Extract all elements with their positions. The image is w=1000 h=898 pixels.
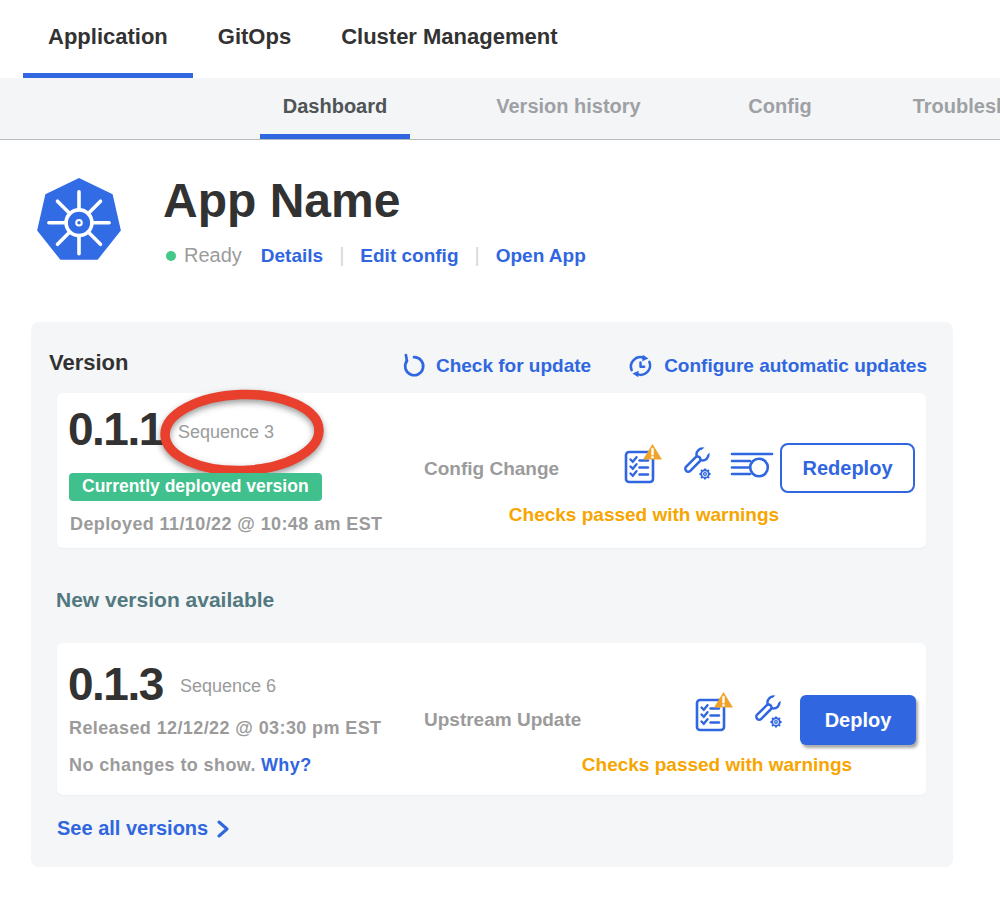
sub-nav-tab-dashboard[interactable]: Dashboard: [260, 78, 410, 139]
chevron-right-icon: [216, 820, 229, 838]
new-version-card: 0.1.3 Sequence 6 Released 12/12/22 @ 03:…: [57, 643, 926, 795]
deploy-button[interactable]: Deploy: [800, 695, 916, 745]
link-separator: |: [474, 244, 479, 267]
current-version-number: 0.1.1: [68, 406, 163, 452]
deployed-timestamp: Deployed 11/10/22 @ 10:48 am EST: [70, 515, 383, 533]
sub-nav-tab-troubleshoot[interactable]: Troubleshoot: [896, 78, 1000, 139]
edit-config-icon[interactable]: [678, 444, 714, 484]
current-version-card: 0.1.1 Sequence 3 Currently deployed vers…: [57, 393, 926, 548]
sub-nav-tab-version-history[interactable]: Version history: [473, 78, 664, 139]
edit-config-icon[interactable]: [749, 692, 785, 732]
current-version-sequence: Sequence 3: [178, 423, 274, 441]
new-version-number: 0.1.3: [68, 661, 163, 707]
sub-nav: Dashboard Version history Config Trouble…: [0, 78, 1000, 140]
preflight-checks-icon[interactable]: [694, 691, 734, 733]
new-version-heading: New version available: [56, 588, 274, 612]
new-version-sequence: Sequence 6: [180, 677, 276, 695]
why-link[interactable]: Why?: [261, 755, 312, 775]
new-checks-status: Checks passed with warnings: [577, 755, 857, 774]
released-timestamp: Released 12/12/22 @ 03:30 pm EST: [69, 719, 382, 737]
new-version-source: Upstream Update: [424, 710, 581, 729]
top-nav-tab-cluster-management[interactable]: Cluster Management: [316, 0, 582, 78]
open-app-link[interactable]: Open App: [496, 245, 586, 267]
refresh-icon: [401, 353, 427, 379]
status-dot-icon: [166, 251, 176, 261]
current-version-source: Config Change: [424, 459, 559, 478]
auto-update-icon: [626, 352, 655, 380]
top-nav-tab-gitops[interactable]: GitOps: [193, 0, 316, 78]
see-all-versions-link[interactable]: See all versions: [57, 817, 229, 840]
top-nav: Application GitOps Cluster Management: [0, 0, 1000, 78]
version-panel: Version Check for update Configure autom…: [31, 322, 953, 867]
preflight-checks-icon[interactable]: [623, 443, 663, 485]
edit-config-link[interactable]: Edit config: [360, 245, 458, 267]
version-panel-title: Version: [49, 350, 128, 376]
changes-text: No changes to show.Why?: [69, 756, 312, 774]
view-files-icon[interactable]: [729, 446, 775, 482]
deployed-badge: Currently deployed version: [69, 473, 322, 501]
check-for-update-link[interactable]: Check for update: [401, 353, 591, 379]
app-status-row: Ready Details | Edit config | Open App: [166, 244, 586, 267]
details-link[interactable]: Details: [261, 245, 323, 267]
current-checks-status: Checks passed with warnings: [479, 505, 809, 524]
sub-nav-tab-config[interactable]: Config: [727, 78, 833, 139]
configure-automatic-updates-link[interactable]: Configure automatic updates: [626, 352, 927, 380]
app-title: App Name: [163, 177, 400, 225]
page: Application GitOps Cluster Management Da…: [0, 0, 1000, 898]
link-separator: |: [339, 244, 344, 267]
kubernetes-logo-icon: [36, 178, 122, 264]
status-text: Ready: [184, 244, 242, 267]
top-nav-tab-application[interactable]: Application: [23, 0, 193, 78]
redeploy-button[interactable]: Redeploy: [780, 443, 915, 493]
